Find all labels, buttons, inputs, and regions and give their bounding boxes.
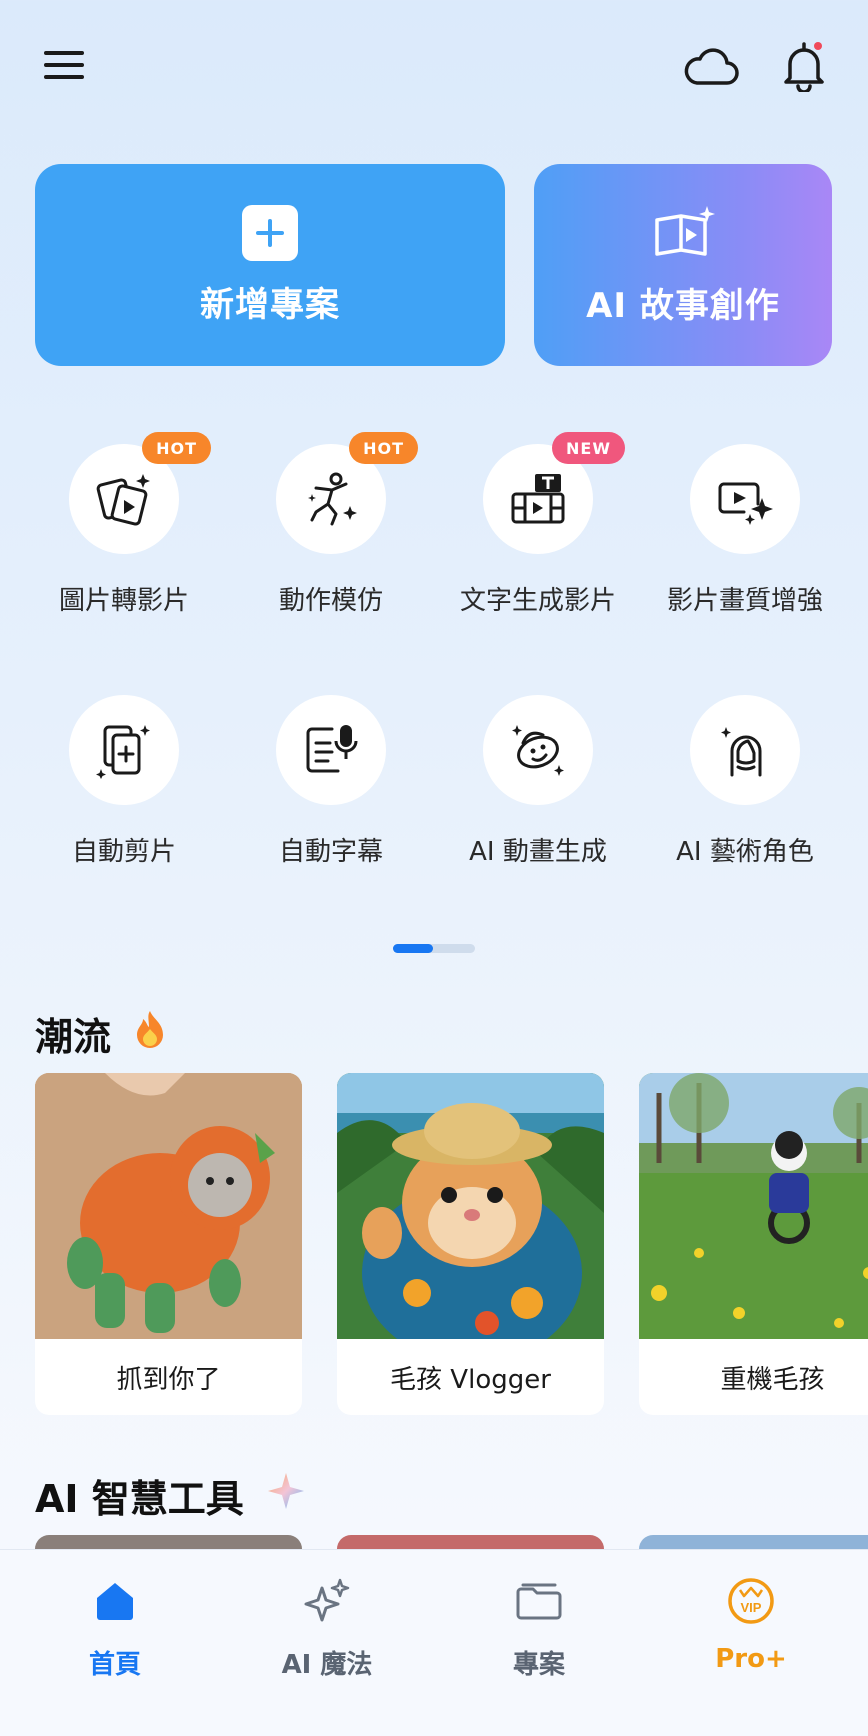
hamburger-menu-icon[interactable]: [34, 40, 94, 90]
tool-icon-circle: HOT: [276, 432, 418, 554]
trend-card-label: 抓到你了: [116, 1364, 221, 1395]
tool-label: 自動剪片: [71, 837, 176, 867]
tool-auto-cut[interactable]: 自動剪片: [21, 695, 227, 868]
notification-dot: [814, 42, 822, 50]
trend-card[interactable]: 毛孩 Vlogger: [337, 1073, 604, 1415]
tool-icon-circle: NEW: [483, 432, 625, 554]
photo-to-video-icon: [96, 474, 150, 526]
home-icon: [90, 1576, 140, 1626]
trending-carousel: 抓到你了 毛孩 Vlogger 重機毛孩: [35, 1073, 868, 1415]
cloud-icon[interactable]: [678, 38, 744, 94]
vip-badge-icon: VIP: [726, 1576, 776, 1626]
ai-animation-icon: [512, 725, 564, 776]
sparkle-icon: [266, 1471, 306, 1520]
fire-icon: [133, 1009, 167, 1058]
tool-ai-art-character[interactable]: AI 藝術角色: [642, 695, 848, 868]
tool-label: 文字生成影片: [459, 586, 616, 616]
tool-label: 自動字幕: [278, 837, 383, 867]
text-to-video-icon: [511, 474, 565, 524]
trend-card-label: 重機毛孩: [720, 1364, 825, 1395]
tool-label: AI 藝術角色: [676, 837, 814, 867]
new-badge: NEW: [552, 432, 625, 464]
motion-dance-icon: [308, 472, 357, 526]
nav-label: AI 魔法: [281, 1650, 373, 1680]
tool-icon-circle: [483, 695, 593, 805]
story-book-icon: [651, 204, 715, 262]
page-indicator-active: [393, 944, 433, 953]
auto-caption-icon: [306, 725, 358, 773]
tool-auto-caption[interactable]: 自動字幕: [228, 695, 434, 868]
hamster-with-straw-hat: [337, 1073, 604, 1339]
tool-label: 圖片轉影片: [58, 586, 189, 616]
tool-text-to-video[interactable]: NEW 文字生成影片: [435, 432, 641, 617]
video-enhance-icon: [718, 482, 773, 525]
bell-icon[interactable]: [774, 36, 834, 96]
nav-projects[interactable]: 專案: [459, 1576, 619, 1681]
cat-on-motorcycle: [639, 1073, 868, 1339]
tool-icon-circle: HOT: [69, 432, 211, 554]
tool-video-enhance[interactable]: 影片畫質增強: [642, 444, 848, 617]
ai-tools-section-title: AI 智慧工具: [35, 1468, 306, 1523]
nav-label: 首頁: [88, 1650, 141, 1680]
hot-badge: HOT: [349, 432, 418, 464]
bottom-nav: 首頁 AI 魔法 專案 VIP Pro+: [0, 1549, 868, 1736]
svg-text:VIP: VIP: [741, 1600, 762, 1615]
trend-card-label: 毛孩 Vlogger: [390, 1364, 551, 1395]
trend-card[interactable]: 抓到你了: [35, 1073, 302, 1415]
tool-icon-circle: [690, 444, 800, 554]
nav-label: 專案: [512, 1650, 565, 1680]
tool-icon-circle: [276, 695, 386, 805]
ai-art-character-icon: [721, 727, 762, 777]
plus-icon: [242, 204, 298, 261]
ai-story-button[interactable]: AI 故事創作: [534, 164, 832, 366]
tool-photo-to-video[interactable]: HOT 圖片轉影片: [21, 432, 227, 617]
hot-badge: HOT: [142, 432, 211, 464]
trending-section-title: 潮流: [35, 1006, 167, 1061]
ai-story-label: AI 故事創作: [586, 285, 780, 326]
tool-icon-circle: [69, 695, 179, 805]
ai-tools-title: AI 智慧工具: [35, 1477, 244, 1521]
nav-pro[interactable]: VIP Pro+: [671, 1576, 831, 1674]
tool-label: 動作模仿: [278, 586, 383, 616]
tool-motion-imitation[interactable]: HOT 動作模仿: [228, 432, 434, 617]
cat-in-orange-costume: [35, 1073, 302, 1339]
top-bar: [0, 0, 868, 130]
nav-ai-magic[interactable]: AI 魔法: [247, 1576, 407, 1681]
trend-card[interactable]: 重機毛孩: [639, 1073, 868, 1415]
ai-magic-sparkle-icon: [302, 1576, 352, 1626]
tool-icon-circle: [690, 695, 800, 805]
tool-label: AI 動畫生成: [469, 837, 607, 867]
folder-icon: [514, 1576, 564, 1626]
tool-label: 影片畫質增強: [666, 586, 823, 616]
tool-ai-animation[interactable]: AI 動畫生成: [435, 695, 641, 868]
trending-title: 潮流: [35, 1015, 112, 1059]
new-project-label: 新增專案: [200, 284, 340, 325]
new-project-button[interactable]: 新增專案: [35, 164, 505, 366]
page-indicator: [393, 944, 475, 953]
auto-cut-icon: [96, 725, 150, 779]
nav-label: Pro+: [715, 1644, 787, 1674]
nav-home[interactable]: 首頁: [35, 1576, 195, 1681]
